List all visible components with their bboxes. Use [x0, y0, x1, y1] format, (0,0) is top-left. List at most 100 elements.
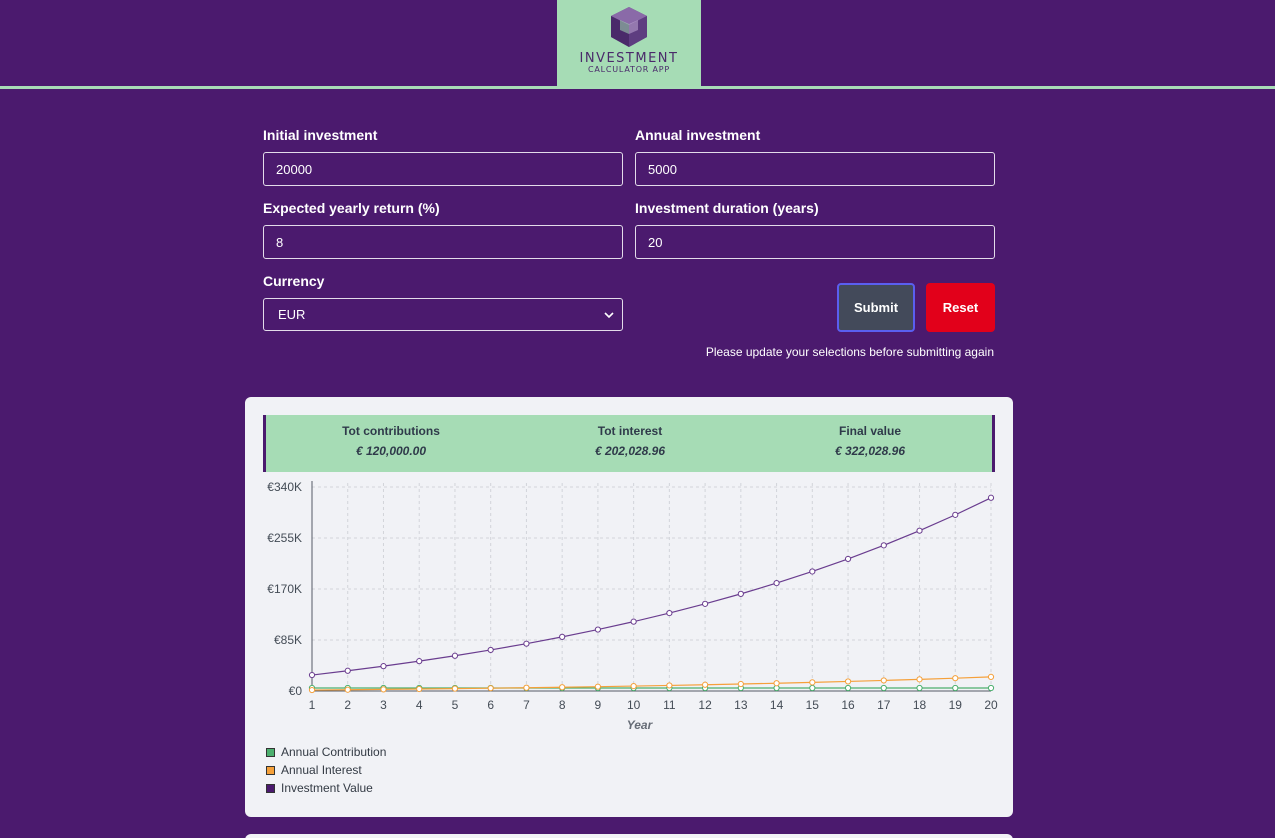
data-point-interest [416, 685, 423, 693]
app-logo[interactable]: INVESTMENT CALCULATOR APP [557, 0, 701, 86]
data-point-value [952, 511, 959, 518]
data-point-interest [630, 682, 637, 690]
data-point-value [380, 663, 387, 670]
legend-label-value: Investment Value [281, 781, 373, 795]
y-tick-label: €0 [289, 684, 303, 698]
legend-swatch-contribution [266, 747, 275, 757]
logo-subtitle: CALCULATOR APP [587, 65, 671, 74]
data-point-interest [487, 685, 494, 692]
data-point-value [559, 633, 566, 640]
annual-investment-label: Annual investment [635, 127, 761, 143]
x-tick-label: 14 [770, 698, 784, 712]
expected-return-input[interactable] [263, 225, 623, 259]
data-point-value [344, 667, 351, 674]
x-tick-label: 19 [949, 698, 963, 712]
data-point-value [773, 580, 780, 587]
x-axis-title: Year [627, 718, 654, 732]
x-tick-label: 5 [452, 698, 459, 712]
x-tick-label: 6 [487, 698, 494, 712]
data-point-interest [559, 684, 566, 691]
y-tick-label: €255K [267, 531, 302, 545]
y-tick-label: €85K [274, 633, 302, 647]
data-point-interest [916, 676, 923, 683]
results-card: Tot contributions € 120,000.00 Tot inter… [245, 397, 1013, 817]
data-point-value [523, 640, 530, 647]
investment-line-chart[interactable]: €0€85K€170K€255K€340K1 2 3 4 5 6 7 8 9 10 11 12 13 14… [245, 397, 1013, 757]
x-tick-label: 15 [806, 698, 820, 712]
legend-swatch-value [266, 783, 275, 793]
chevron-down-icon [604, 311, 614, 318]
legend-swatch-interest [266, 765, 275, 775]
data-point-interest [523, 684, 530, 691]
app-header: INVESTMENT CALCULATOR APP [0, 0, 1275, 89]
y-tick-label: €170K [267, 582, 302, 596]
legend-item-contribution[interactable]: Annual Contribution [266, 743, 386, 761]
data-point-value [737, 590, 744, 597]
initial-investment-label: Initial investment [263, 127, 378, 143]
reset-button[interactable]: Reset [926, 283, 995, 332]
data-point-contribution [844, 684, 852, 692]
expected-return-label: Expected yearly return (%) [263, 200, 440, 216]
data-point-interest [952, 675, 959, 682]
x-tick-label: 12 [698, 698, 712, 712]
data-point-interest [809, 679, 816, 686]
currency-label: Currency [263, 273, 325, 289]
data-point-interest [380, 686, 387, 693]
data-point-contribution [809, 684, 816, 692]
initial-investment-input[interactable] [263, 152, 623, 186]
x-tick-label: 3 [380, 698, 387, 712]
data-point-interest [308, 686, 316, 694]
update-hint: Please update your selections before sub… [705, 345, 994, 359]
data-point-interest [987, 673, 995, 681]
legend-item-value[interactable]: Investment Value [266, 779, 386, 797]
data-point-value [416, 658, 423, 665]
x-tick-label: 17 [877, 698, 891, 712]
data-point-contribution [880, 684, 887, 692]
data-point-value [880, 542, 887, 549]
legend-label-contribution: Annual Contribution [281, 745, 387, 759]
data-point-value [630, 618, 637, 625]
x-tick-label: 20 [984, 698, 998, 712]
x-tick-label: 10 [627, 698, 641, 712]
x-tick-label: 7 [523, 698, 530, 712]
x-tick-label: 16 [841, 698, 855, 712]
duration-input[interactable] [635, 225, 995, 259]
y-tick-label: €340K [267, 480, 302, 494]
x-tick-label: 11 [663, 698, 676, 712]
data-point-contribution [987, 684, 995, 692]
annual-investment-input[interactable] [635, 152, 995, 186]
data-point-value [916, 527, 923, 534]
legend-item-interest[interactable]: Annual Interest [266, 761, 386, 779]
currency-select[interactable]: EUR [263, 298, 623, 331]
data-point-interest [844, 678, 852, 685]
data-point-interest [594, 683, 601, 690]
x-tick-label: 13 [734, 698, 748, 712]
currency-selected-value: EUR [278, 307, 306, 322]
legend-label-interest: Annual Interest [281, 763, 362, 777]
x-tick-label: 18 [913, 698, 927, 712]
logo-title: INVESTMENT [579, 51, 679, 66]
data-point-value [308, 671, 316, 679]
next-card [245, 834, 1013, 838]
data-point-value [844, 555, 852, 563]
data-point-value [487, 646, 494, 654]
series-line-value [311, 497, 992, 676]
x-tick-label: 9 [595, 698, 602, 712]
cube-logo-icon [611, 7, 647, 47]
data-point-value [594, 626, 601, 633]
data-point-contribution [952, 684, 959, 692]
chart-legend: Annual Contribution Annual Interest Inve… [266, 743, 386, 797]
data-point-interest [737, 680, 744, 688]
data-point-value [987, 494, 995, 501]
data-point-interest [344, 686, 351, 693]
data-point-interest [702, 681, 709, 688]
submit-button[interactable]: Submit [837, 283, 915, 332]
data-point-value [702, 600, 709, 607]
x-tick-label: 8 [559, 698, 566, 712]
x-tick-label: 2 [344, 698, 351, 712]
data-point-interest [880, 677, 887, 684]
data-point-interest [773, 680, 780, 687]
data-point-interest [666, 682, 673, 689]
data-point-interest [451, 685, 459, 692]
data-point-contribution [916, 684, 923, 692]
